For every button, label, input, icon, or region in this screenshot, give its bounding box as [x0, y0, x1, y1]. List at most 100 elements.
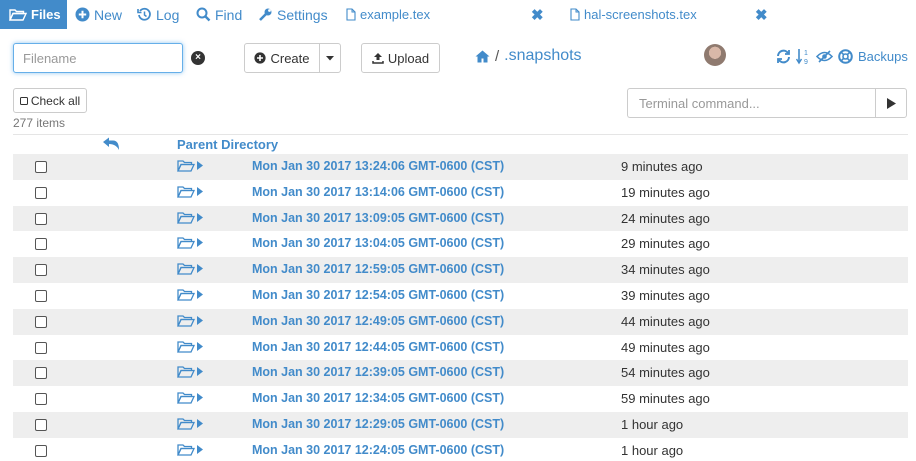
life-ring-icon[interactable]	[838, 48, 853, 64]
list-item[interactable]: Mon Jan 30 2017 13:09:05 GMT-0600 (CST) …	[13, 205, 908, 232]
list-item[interactable]: Mon Jan 30 2017 12:34:05 GMT-0600 (CST) …	[13, 386, 908, 412]
list-item[interactable]: Mon Jan 30 2017 13:24:06 GMT-0600 (CST) …	[13, 154, 908, 180]
list-item[interactable]: Mon Jan 30 2017 13:04:05 GMT-0600 (CST) …	[13, 231, 908, 257]
eye-slash-icon[interactable]	[816, 49, 833, 63]
list-item[interactable]: Mon Jan 30 2017 12:24:05 GMT-0600 (CST) …	[13, 438, 908, 461]
svg-text:1: 1	[804, 50, 808, 57]
history-icon	[137, 7, 152, 22]
folder-open-icon	[177, 314, 203, 327]
row-name[interactable]: Mon Jan 30 2017 12:39:05 GMT-0600 (CST)	[252, 365, 504, 379]
folder-open-icon	[177, 340, 203, 353]
breadcrumb-separator: /	[495, 47, 500, 65]
parent-directory-row[interactable]: Parent Directory	[13, 134, 908, 154]
nav-find[interactable]: Find	[196, 0, 242, 29]
row-name[interactable]: Mon Jan 30 2017 12:24:05 GMT-0600 (CST)	[252, 443, 504, 457]
search-icon	[196, 7, 211, 22]
row-checkbox[interactable]	[35, 212, 47, 225]
wrench-icon	[258, 7, 273, 22]
row-name[interactable]: Mon Jan 30 2017 13:04:05 GMT-0600 (CST)	[252, 236, 504, 250]
create-label: Create	[270, 50, 310, 66]
avatar[interactable]	[704, 44, 726, 66]
sort-numeric-icon[interactable]: 19	[796, 48, 811, 65]
terminal-run-button[interactable]	[875, 88, 907, 118]
folder-open-icon	[177, 365, 203, 379]
list-item[interactable]: Mon Jan 30 2017 12:54:05 GMT-0600 (CST) …	[13, 283, 908, 309]
tab-example-tex[interactable]: example.tex	[346, 0, 430, 29]
row-name[interactable]: Mon Jan 30 2017 12:44:05 GMT-0600 (CST)	[252, 340, 504, 354]
parent-directory-label: Parent Directory	[177, 137, 279, 152]
filename-input[interactable]	[13, 43, 183, 73]
refresh-icon[interactable]	[776, 49, 791, 64]
row-checkbox[interactable]	[35, 393, 47, 406]
tab-hal-screenshots-tex[interactable]: hal-screenshots.tex	[570, 0, 697, 29]
row-modified-time: 54 minutes ago	[621, 365, 710, 381]
row-modified-time: 1 hour ago	[621, 416, 684, 432]
list-item[interactable]: Mon Jan 30 2017 12:39:05 GMT-0600 (CST) …	[13, 360, 908, 387]
play-icon	[886, 97, 896, 109]
svg-text:9: 9	[804, 59, 808, 65]
backups-label[interactable]: Backups	[858, 49, 908, 64]
row-name[interactable]: Mon Jan 30 2017 12:29:05 GMT-0600 (CST)	[252, 417, 504, 431]
folder-open-icon	[177, 262, 203, 275]
nav-log[interactable]: Log	[137, 0, 179, 29]
tab-close-icon[interactable]: ✖	[755, 0, 768, 29]
folder-open-icon	[177, 417, 203, 430]
upload-label: Upload	[387, 50, 430, 66]
square-icon	[19, 96, 28, 105]
check-all-label: Check all	[30, 93, 81, 108]
list-item[interactable]: Mon Jan 30 2017 12:59:05 GMT-0600 (CST) …	[13, 257, 908, 283]
row-checkbox[interactable]	[35, 161, 47, 173]
list-item[interactable]: Mon Jan 30 2017 12:29:05 GMT-0600 (CST) …	[13, 411, 908, 438]
create-dropdown-button[interactable]	[319, 43, 341, 73]
row-modified-time: 29 minutes ago	[621, 236, 710, 252]
nav-files-tab[interactable]: Files	[0, 0, 67, 29]
plus-circle-icon	[75, 7, 90, 22]
row-modified-time: 19 minutes ago	[621, 184, 710, 200]
directory-actions: 19 Backups	[776, 46, 908, 66]
create-button[interactable]: Create	[244, 43, 320, 73]
row-name[interactable]: Mon Jan 30 2017 12:59:05 GMT-0600 (CST)	[252, 262, 504, 276]
check-all-button[interactable]: Check all	[13, 88, 87, 113]
list-item[interactable]: Mon Jan 30 2017 12:49:05 GMT-0600 (CST) …	[13, 308, 908, 335]
tab-close-icon[interactable]: ✖	[531, 0, 544, 29]
terminal-command-input[interactable]	[627, 88, 876, 118]
row-checkbox[interactable]	[35, 289, 47, 302]
row-checkbox[interactable]	[35, 367, 47, 380]
breadcrumb-current-dir[interactable]: .snapshots	[504, 47, 581, 65]
home-icon[interactable]	[475, 50, 490, 63]
row-modified-time: 39 minutes ago	[621, 287, 710, 303]
folder-open-icon	[177, 236, 203, 250]
row-checkbox[interactable]	[35, 264, 47, 277]
folder-open-icon	[177, 159, 203, 172]
row-name[interactable]: Mon Jan 30 2017 12:49:05 GMT-0600 (CST)	[252, 314, 504, 328]
row-checkbox[interactable]	[35, 341, 47, 354]
list-item[interactable]: Mon Jan 30 2017 12:44:05 GMT-0600 (CST) …	[13, 335, 908, 361]
folder-open-icon	[9, 8, 27, 21]
row-name[interactable]: Mon Jan 30 2017 13:14:06 GMT-0600 (CST)	[252, 185, 504, 199]
file-icon	[346, 8, 356, 21]
list-item[interactable]: Mon Jan 30 2017 13:14:06 GMT-0600 (CST) …	[13, 180, 908, 206]
upload-icon	[372, 52, 384, 64]
row-checkbox[interactable]	[35, 444, 47, 457]
row-checkbox[interactable]	[35, 186, 47, 199]
folder-open-icon	[177, 391, 203, 404]
row-name[interactable]: Mon Jan 30 2017 12:54:05 GMT-0600 (CST)	[252, 288, 504, 302]
nav-files-label: Files	[31, 7, 61, 22]
nav-new[interactable]: New	[75, 0, 122, 29]
row-name[interactable]: Mon Jan 30 2017 13:24:06 GMT-0600 (CST)	[252, 159, 504, 173]
breadcrumb: / .snapshots	[475, 46, 582, 66]
nav-log-label: Log	[156, 6, 180, 23]
clear-filename-icon[interactable]: ×	[191, 51, 205, 65]
row-checkbox[interactable]	[35, 238, 47, 251]
file-listing: Mon Jan 30 2017 13:24:06 GMT-0600 (CST) …	[13, 154, 908, 461]
row-name[interactable]: Mon Jan 30 2017 12:34:05 GMT-0600 (CST)	[252, 391, 504, 405]
row-checkbox[interactable]	[35, 315, 47, 328]
row-modified-time: 49 minutes ago	[621, 339, 710, 355]
folder-open-icon	[177, 185, 203, 198]
upload-button[interactable]: Upload	[361, 43, 440, 73]
row-modified-time: 44 minutes ago	[621, 313, 710, 329]
nav-settings[interactable]: Settings	[258, 0, 328, 29]
tab-label: hal-screenshots.tex	[584, 7, 697, 22]
row-checkbox[interactable]	[35, 418, 47, 431]
row-name[interactable]: Mon Jan 30 2017 13:09:05 GMT-0600 (CST)	[252, 211, 504, 225]
